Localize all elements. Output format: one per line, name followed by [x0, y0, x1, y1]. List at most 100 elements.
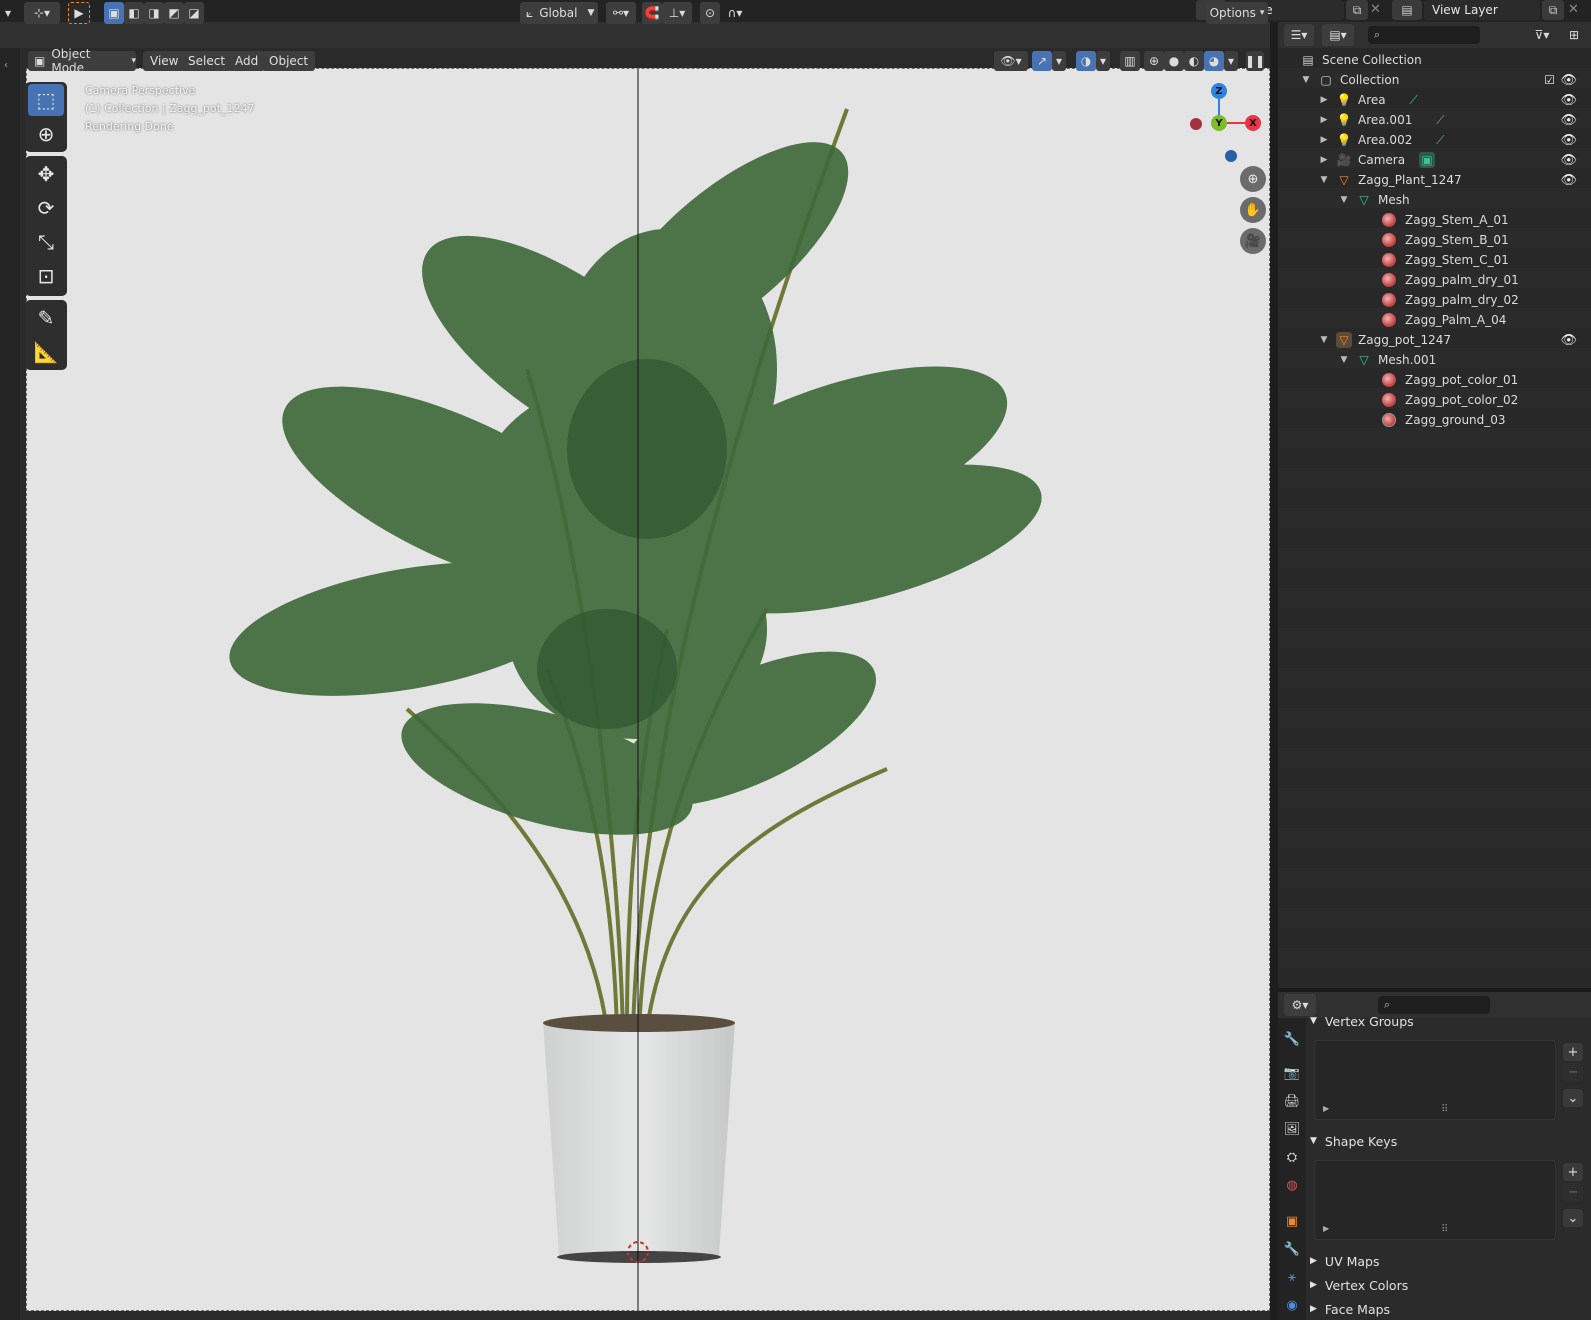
eye-icon[interactable]: 👁 — [1560, 133, 1577, 148]
select-invert-icon[interactable]: ◩ — [164, 2, 184, 24]
panel-face-maps[interactable]: ▶ Face Maps — [1310, 1298, 1390, 1320]
expand-arrow-icon[interactable]: ▶ — [1323, 1104, 1329, 1113]
overlays-toggle-icon[interactable]: ◑ — [1076, 51, 1096, 71]
checkbox-icon[interactable]: ☑ — [1544, 73, 1555, 87]
expand-arrow-icon[interactable]: ▶ — [1318, 115, 1330, 125]
expand-arrow-icon[interactable]: ▼ — [1338, 355, 1350, 365]
rendered-shading-icon[interactable]: ◕ — [1204, 51, 1224, 71]
object-mode-dropdown[interactable]: ▣ Object Mode ▾ — [28, 47, 136, 75]
render-view[interactable] — [26, 68, 1270, 1311]
panel-vertex-groups[interactable]: ▼ Vertex Groups — [1310, 1010, 1414, 1032]
pause-render-icon[interactable]: ❚❚ — [1245, 51, 1265, 71]
world-tab-icon[interactable]: ◍ — [1281, 1174, 1303, 1196]
menu-add[interactable]: Add — [228, 51, 266, 71]
select-intersect-icon[interactable]: ◪ — [184, 2, 204, 24]
move-tool-icon[interactable]: ✥ — [28, 158, 64, 190]
render-tab-icon[interactable]: 📷 — [1281, 1062, 1303, 1084]
tree-row-material[interactable]: Zagg_palm_dry_02 — [1278, 290, 1591, 310]
editor-type-icon[interactable]: ⊹▾ — [24, 2, 60, 24]
gizmo-neg-z-axis[interactable] — [1225, 150, 1237, 162]
chevron-down-icon[interactable]: ▾ — [1224, 51, 1238, 71]
select-tool-icon[interactable]: ▶ — [68, 2, 90, 24]
eye-icon[interactable]: 👁 — [1560, 73, 1577, 88]
select-extend-icon[interactable]: ◧ — [124, 2, 144, 24]
transform-orientation-dropdown[interactable]: ⟀ Global ▼ — [520, 2, 598, 24]
snap-target-icon[interactable]: ⊥▾ — [662, 2, 692, 24]
close-scene-icon[interactable]: ✕ — [1370, 2, 1381, 17]
panel-shape-keys[interactable]: ▼ Shape Keys — [1310, 1130, 1397, 1152]
select-new-icon[interactable]: ▣ — [104, 2, 124, 24]
output-tab-icon[interactable]: 🖨 — [1281, 1090, 1303, 1112]
modifier-tab-icon[interactable]: 🔧 — [1281, 1238, 1303, 1260]
panel-vertex-colors[interactable]: ▶ Vertex Colors — [1310, 1274, 1408, 1296]
tree-row-zagg-pot[interactable]: ▼ ▽ Zagg_pot_1247 👁 — [1278, 330, 1591, 350]
object-tab-icon[interactable]: ▣ — [1281, 1210, 1303, 1232]
collapse-arrow-icon[interactable]: ▾ — [4, 2, 12, 24]
menu-object[interactable]: Object — [262, 51, 316, 71]
expand-arrow-icon[interactable]: ▶ — [1323, 1224, 1329, 1233]
gizmo-toggle-icon[interactable]: ↗ — [1032, 51, 1052, 71]
outliner-editor-type-icon[interactable]: ☰▾ — [1284, 24, 1314, 46]
tree-row-material[interactable]: Zagg_pot_color_01 — [1278, 370, 1591, 390]
eye-icon[interactable]: 👁 — [1560, 93, 1577, 108]
tree-row-material[interactable]: Zagg_ground_03 — [1278, 410, 1591, 430]
new-scene-icon[interactable]: ⧉ — [1346, 0, 1368, 20]
chevron-down-icon[interactable]: ▾ — [1052, 51, 1066, 71]
tree-row-material[interactable]: Zagg_Stem_A_01 — [1278, 210, 1591, 230]
pan-hand-icon[interactable]: ✋ — [1240, 197, 1266, 223]
gizmo-neg-x-axis[interactable] — [1190, 118, 1202, 130]
visibility-icon[interactable]: 👁▾ — [994, 51, 1028, 71]
expand-arrow-icon[interactable]: ▶ — [1318, 135, 1330, 145]
measure-tool-icon[interactable]: 📐 — [28, 336, 64, 368]
material-shading-icon[interactable]: ◐ — [1184, 51, 1204, 71]
eye-icon[interactable]: 👁 — [1560, 333, 1577, 348]
scene-tab-icon[interactable]: ⛭ — [1281, 1146, 1303, 1168]
expand-arrow-icon[interactable]: ▶ — [1318, 95, 1330, 105]
resize-handle-icon[interactable]: ⠿ — [1441, 1104, 1448, 1115]
xray-toggle-icon[interactable]: ▥ — [1120, 51, 1140, 71]
particles-tab-icon[interactable]: ⚹ — [1281, 1266, 1303, 1288]
gizmo-x-axis[interactable]: X — [1245, 115, 1261, 131]
annotate-tool-icon[interactable]: ✎ — [28, 302, 64, 334]
view-layer-tab-icon[interactable]: 🖼 — [1281, 1118, 1303, 1140]
remove-shape-key-icon[interactable]: − — [1563, 1183, 1583, 1201]
vertex-groups-list[interactable]: ▶ ⠿ — [1314, 1040, 1556, 1120]
view-layer-browse-icon[interactable]: ▤ — [1392, 0, 1422, 20]
outliner-search-input[interactable]: ⌕ — [1368, 26, 1480, 44]
new-view-layer-icon[interactable]: ⧉ — [1542, 0, 1564, 20]
pivot-point-icon[interactable]: ⚯▾ — [606, 2, 636, 24]
proportional-edit-icon[interactable]: ⊙ — [700, 2, 720, 24]
tree-row-mesh-001[interactable]: ▼ ▽ Mesh.001 — [1278, 350, 1591, 370]
tree-row-camera[interactable]: ▶ 🎥 Camera ▣ 👁 — [1278, 150, 1591, 170]
tree-row-scene-collection[interactable]: ▤ Scene Collection — [1278, 50, 1591, 70]
panel-uv-maps[interactable]: ▶ UV Maps — [1310, 1250, 1380, 1272]
snap-toggle-icon[interactable]: 🧲 — [642, 2, 662, 24]
add-vertex-group-icon[interactable]: + — [1563, 1043, 1583, 1061]
rotate-tool-icon[interactable]: ⟳ — [28, 192, 64, 224]
falloff-icon[interactable]: ∩▾ — [722, 2, 748, 24]
toolbar-toggle-icon[interactable]: ‹ — [4, 60, 8, 71]
add-shape-key-icon[interactable]: + — [1563, 1163, 1583, 1181]
camera-view-icon[interactable]: 🎥 — [1240, 228, 1266, 254]
eye-icon[interactable]: 👁 — [1560, 153, 1577, 168]
physics-tab-icon[interactable]: ◉ — [1281, 1294, 1303, 1316]
tool-tab-icon[interactable]: 🔧 — [1281, 1028, 1303, 1050]
expand-arrow-icon[interactable]: ▶ — [1318, 155, 1330, 165]
tree-row-material[interactable]: Zagg_Stem_B_01 — [1278, 230, 1591, 250]
eye-icon[interactable]: 👁 — [1560, 173, 1577, 188]
tree-row-collection[interactable]: ▼ ▢ Collection ☑ 👁 — [1278, 70, 1591, 90]
shape-keys-list[interactable]: ▶ ⠿ — [1314, 1160, 1556, 1240]
menu-view[interactable]: View — [143, 51, 186, 71]
expand-arrow-icon[interactable]: ▼ — [1318, 335, 1330, 345]
zoom-icon[interactable]: ⊕ — [1240, 166, 1266, 192]
expand-arrow-icon[interactable]: ▼ — [1318, 175, 1330, 185]
display-mode-icon[interactable]: ▤▾ — [1322, 24, 1354, 46]
menu-select[interactable]: Select — [181, 51, 233, 71]
tree-row-area-001[interactable]: ▶ 💡 Area.001 ⟋ 👁 — [1278, 110, 1591, 130]
tree-row-material[interactable]: Zagg_pot_color_02 — [1278, 390, 1591, 410]
options-dropdown[interactable]: Options ▾ — [1206, 2, 1268, 24]
select-subtract-icon[interactable]: ◨ — [144, 2, 164, 24]
cursor-tool-icon[interactable]: ⊕ — [28, 118, 64, 150]
expand-arrow-icon[interactable]: ▼ — [1338, 195, 1350, 205]
view-layer-field[interactable]: View Layer — [1424, 0, 1540, 20]
